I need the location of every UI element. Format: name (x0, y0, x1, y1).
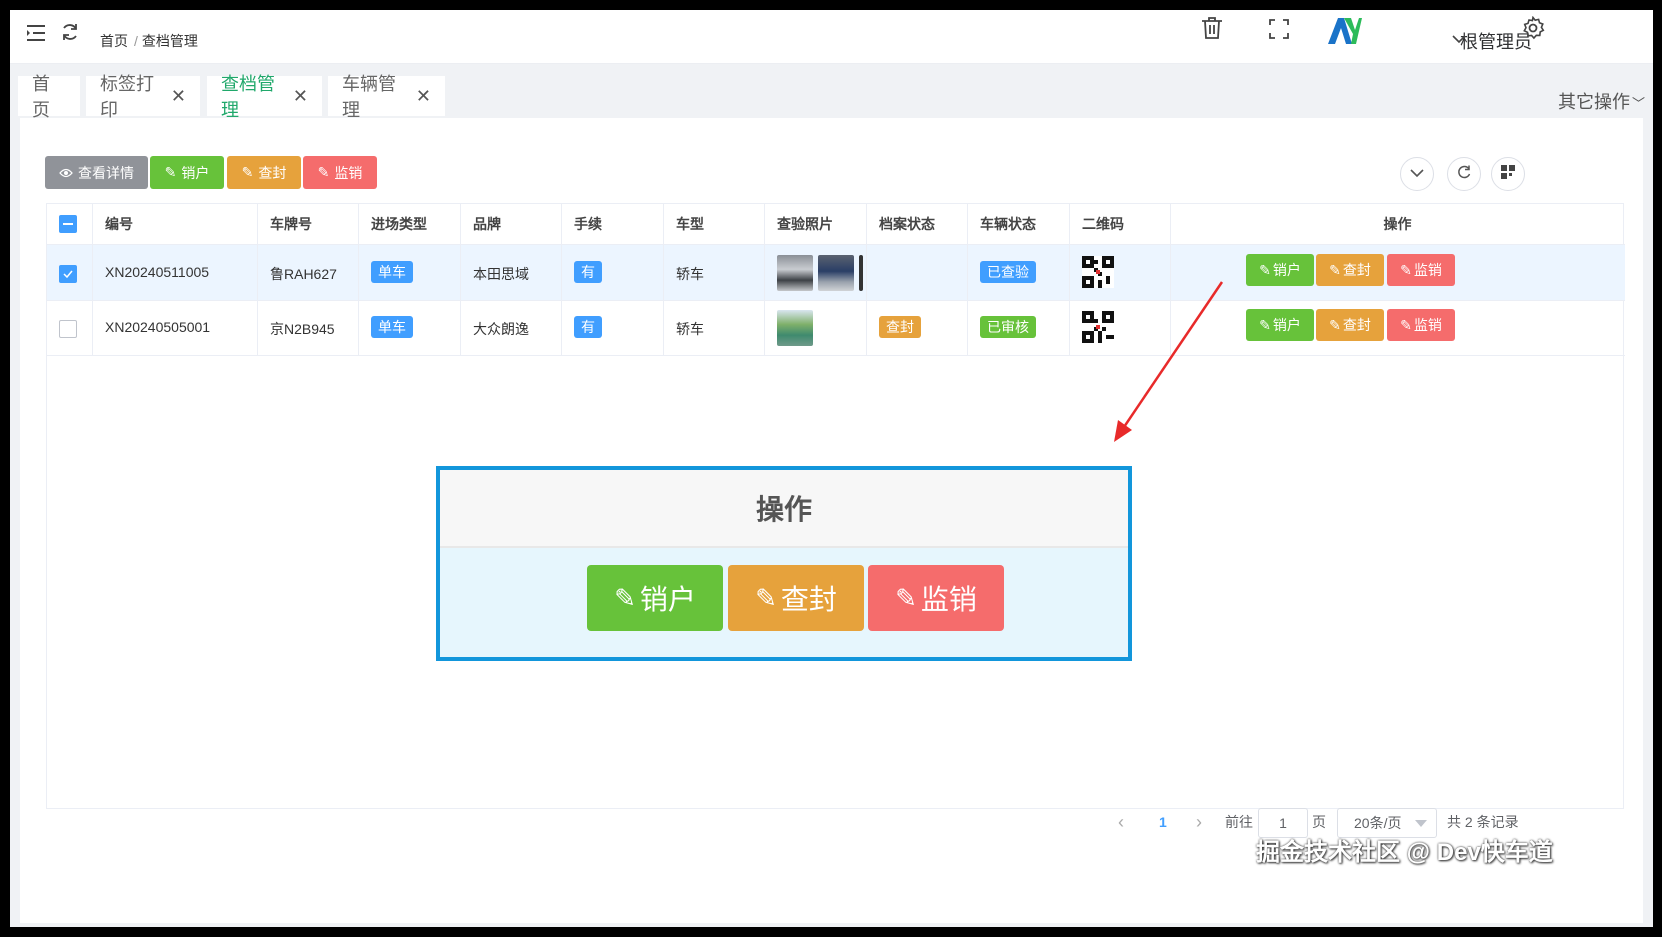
page-size-value: 20条/页 (1354, 815, 1402, 831)
goto-page-value: 1 (1279, 815, 1287, 831)
button-label: 查封 (780, 584, 837, 615)
button-label: 销户 (639, 584, 696, 615)
button-label: 监销 (920, 584, 977, 615)
prev-page-icon[interactable]: ‹ (1118, 806, 1124, 838)
callout-title: 操作 (440, 470, 1128, 548)
edit-icon: ✎ (755, 582, 777, 613)
page-number-current[interactable]: 1 (1159, 806, 1167, 838)
callout-supervise-cancel-button[interactable]: ✎ 监销 (868, 565, 1004, 631)
callout-seal-button[interactable]: ✎ 查封 (728, 565, 864, 631)
edit-icon: ✎ (614, 582, 636, 613)
caret-down-icon (1415, 820, 1427, 827)
edit-icon: ✎ (895, 582, 917, 613)
app-window: 首页 / 查档管理 根管理员 首页 标签打印 ✕ 查档管理 ✕ 车辆管理 ✕ 其… (10, 10, 1653, 927)
watermark-text: 掘金技术社区 @ Dev快车道 (1256, 839, 1553, 866)
next-page-icon[interactable]: › (1196, 806, 1202, 838)
goto-label: 前往 (1225, 814, 1253, 830)
callout-cancel-account-button[interactable]: ✎ 销户 (587, 565, 723, 631)
ops-callout: 操作 ✎ 销户 ✎ 查封 ✎ 监销 (436, 466, 1132, 661)
